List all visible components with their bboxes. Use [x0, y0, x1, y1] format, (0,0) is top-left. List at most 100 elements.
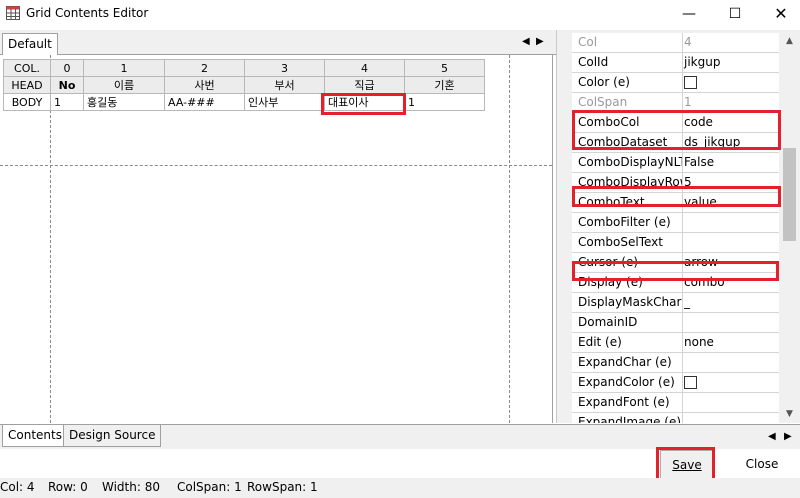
property-row[interactable]: DisplayMaskChar _ — [572, 293, 779, 313]
property-row[interactable]: ComboFilter (e) — [572, 213, 779, 233]
properties-panel: Col 4 ColId jikgup Color (e) ColSpan 1 ComboCol… — [556, 30, 800, 423]
property-value[interactable]: none — [682, 333, 779, 352]
tab-scroll-right-icon[interactable]: ▶ — [536, 36, 544, 47]
head-cell[interactable]: 부서 — [244, 76, 325, 94]
close-button[interactable]: Close — [738, 450, 786, 478]
property-name: Display (e) — [572, 273, 683, 292]
col-number[interactable]: 1 — [83, 59, 165, 77]
property-value[interactable]: combo — [682, 273, 779, 292]
property-value[interactable] — [682, 413, 779, 423]
property-name: ComboDataset — [572, 133, 683, 152]
head-cell[interactable]: 직급 — [324, 76, 405, 94]
property-name: Color (e) — [572, 73, 683, 92]
property-row[interactable]: ExpandFont (e) — [572, 393, 779, 413]
property-name: ColId — [572, 53, 683, 72]
tab-scroll-left-icon[interactable]: ◀ — [522, 36, 530, 47]
scroll-thumb[interactable] — [783, 148, 796, 241]
property-name: ExpandFont (e) — [572, 393, 683, 412]
status-width: Width: 80 — [102, 480, 160, 494]
property-value[interactable] — [682, 313, 779, 332]
status-colspan: ColSpan: 1 — [177, 480, 242, 494]
property-row[interactable]: ComboDisplayNLT False — [572, 153, 779, 173]
body-cell[interactable]: 홍길동 — [83, 93, 165, 111]
body-cell-selected[interactable]: 대표이사 — [324, 93, 405, 111]
body-cell[interactable]: 1 — [404, 93, 485, 111]
grid-tab-strip: Default ◀ ▶ — [0, 30, 556, 55]
grid-design-area[interactable]: COL. 0 1 2 3 4 5 HEAD No 이름 사번 부서 직급 기혼 … — [0, 55, 553, 423]
status-rowspan: RowSpan: 1 — [247, 480, 318, 494]
head-cell[interactable]: 사번 — [164, 76, 245, 94]
property-name: ComboCol — [572, 113, 683, 132]
property-value[interactable]: 5 — [682, 173, 779, 192]
property-row[interactable]: Col 4 — [572, 33, 779, 53]
property-value[interactable] — [682, 353, 779, 372]
property-row[interactable]: ExpandColor (e) — [572, 373, 779, 393]
property-row[interactable]: ComboCol code — [572, 113, 779, 133]
scroll-up-icon[interactable]: ▲ — [781, 33, 798, 50]
property-value[interactable]: ds_jikgup — [682, 133, 779, 152]
col-number[interactable]: 4 — [324, 59, 405, 77]
color-checkbox[interactable] — [684, 76, 697, 89]
property-value[interactable] — [682, 73, 779, 92]
save-button[interactable]: Save — [660, 450, 714, 480]
maximize-button[interactable]: ☐ — [712, 0, 758, 28]
col-number[interactable]: 0 — [50, 59, 84, 77]
property-row[interactable]: ComboDataset ds_jikgup — [572, 133, 779, 153]
properties-gutter — [557, 30, 571, 423]
minimize-button[interactable]: — — [666, 0, 712, 28]
property-row[interactable]: ExpandImage (e) — [572, 413, 779, 423]
tab-contents[interactable]: Contents — [2, 425, 68, 447]
property-row[interactable]: Edit (e) none — [572, 333, 779, 353]
scroll-down-icon[interactable]: ▼ — [781, 406, 798, 423]
property-value[interactable] — [682, 393, 779, 412]
property-value[interactable]: code — [682, 113, 779, 132]
col-number[interactable]: 3 — [244, 59, 325, 77]
property-row[interactable]: DomainID — [572, 313, 779, 333]
col-number[interactable]: 2 — [164, 59, 245, 77]
bottom-scroll-right-icon[interactable]: ▶ — [784, 431, 792, 442]
status-bar: Col: 4 Row: 0 Width: 80 ColSpan: 1 RowSp… — [0, 478, 800, 498]
property-value[interactable]: 1 — [682, 93, 779, 112]
property-value[interactable]: _ — [682, 293, 779, 312]
property-name: ColSpan — [572, 93, 683, 112]
head-cell[interactable]: 이름 — [83, 76, 165, 94]
status-col: Col: 4 — [0, 480, 35, 494]
property-row[interactable]: Cursor (e) arrow — [572, 253, 779, 273]
property-value[interactable] — [682, 233, 779, 252]
property-list: Col 4 ColId jikgup Color (e) ColSpan 1 ComboCol… — [572, 33, 779, 423]
property-name: ExpandColor (e) — [572, 373, 683, 392]
property-value[interactable] — [682, 373, 779, 392]
col-number[interactable]: 5 — [404, 59, 485, 77]
head-cell[interactable]: 기혼 — [404, 76, 485, 94]
body-cell[interactable]: 1 — [50, 93, 84, 111]
property-row[interactable]: ComboSelText — [572, 233, 779, 253]
properties-scrollbar[interactable]: ▲ ▼ — [781, 33, 798, 423]
property-row[interactable]: ColSpan 1 — [572, 93, 779, 113]
close-window-button[interactable]: ✕ — [758, 0, 800, 28]
property-row[interactable]: ExpandChar (e) — [572, 353, 779, 373]
property-value[interactable]: False — [682, 153, 779, 172]
body-cell[interactable]: AA-### — [164, 93, 245, 111]
property-row[interactable]: ComboText value — [572, 193, 779, 213]
property-row[interactable]: Display (e) combo — [572, 273, 779, 293]
property-row[interactable]: Color (e) — [572, 73, 779, 93]
head-cell[interactable]: No — [50, 76, 84, 94]
property-value[interactable]: arrow — [682, 253, 779, 272]
body-cell[interactable]: 인사부 — [244, 93, 325, 111]
color-checkbox[interactable] — [684, 376, 697, 389]
property-value[interactable] — [682, 213, 779, 232]
property-row[interactable]: ColId jikgup — [572, 53, 779, 73]
property-name: DomainID — [572, 313, 683, 332]
bottom-scroll-left-icon[interactable]: ◀ — [768, 431, 776, 442]
tab-design-source[interactable]: Design Source — [63, 425, 162, 447]
property-name: ComboText — [572, 193, 683, 212]
property-value[interactable]: jikgup — [682, 53, 779, 72]
grid-layout-table: COL. 0 1 2 3 4 5 HEAD No 이름 사번 부서 직급 기혼 … — [3, 59, 485, 111]
property-value[interactable]: value — [682, 193, 779, 212]
tab-default[interactable]: Default — [2, 33, 58, 55]
property-value[interactable]: 4 — [682, 33, 779, 52]
property-name: ComboDisplayRow — [572, 173, 683, 192]
property-name: ExpandImage (e) — [572, 413, 683, 423]
head-row-label: HEAD — [3, 76, 51, 94]
property-row[interactable]: ComboDisplayRow 5 — [572, 173, 779, 193]
